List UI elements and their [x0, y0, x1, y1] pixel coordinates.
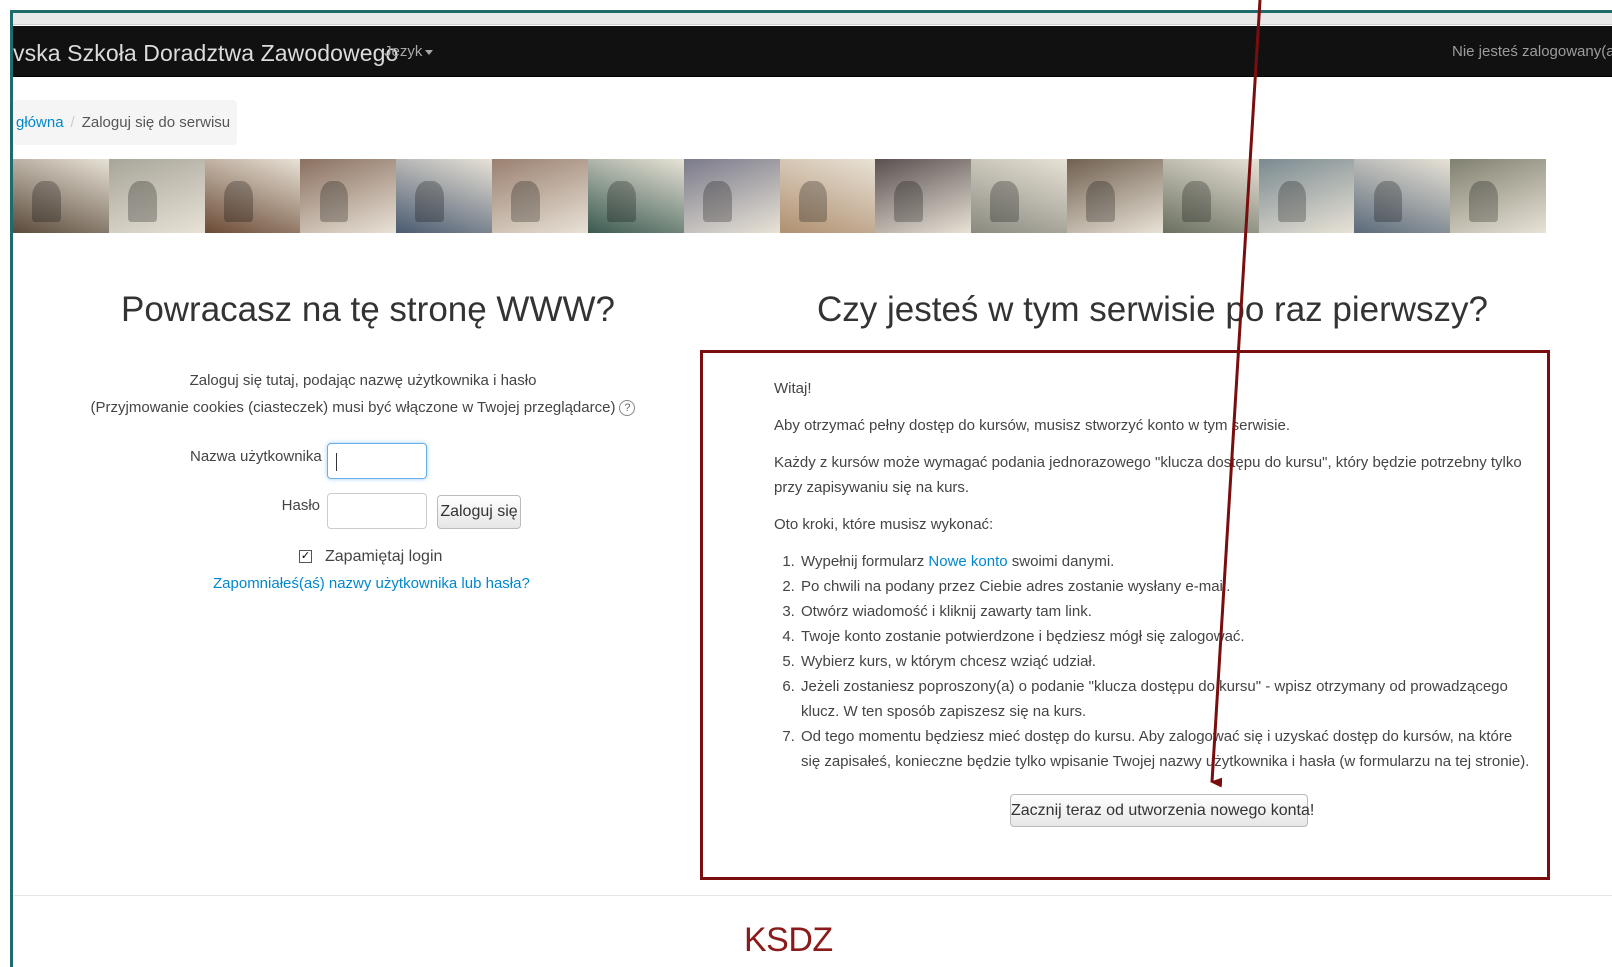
banner-photo-tile: [683, 159, 780, 233]
banner-photo-tile: [204, 159, 301, 233]
help-icon[interactable]: ?: [619, 400, 636, 417]
language-menu[interactable]: Język: [384, 43, 434, 60]
step-text: swoimi danymi.: [1007, 553, 1115, 570]
browser-toolbar-strip: [13, 13, 1612, 25]
banner-photo-tile: [1450, 159, 1546, 233]
banner-photo-tile: [875, 159, 972, 233]
banner-photo-tile: [1066, 159, 1163, 233]
chevron-down-icon: [425, 49, 434, 55]
breadcrumb-separator: /: [70, 114, 75, 131]
signup-paragraph: Każdy z kursów może wymagać podania jedn…: [774, 454, 1522, 496]
list-item: Otwórz wiadomość i kliknij zawarty tam l…: [799, 599, 1534, 624]
language-menu-label: Język: [384, 43, 423, 60]
username-label: Nazwa użytkownika: [190, 448, 322, 465]
cookies-notice-text: (Przyjmowanie cookies (ciasteczek) musi …: [90, 399, 616, 416]
login-intro: Zaloguj się tutaj, podając nazwę użytkow…: [189, 372, 537, 389]
banner-photo-tile: [300, 159, 397, 233]
top-navbar: vska Szkoła Doradztwa Zawodowego Język N…: [13, 26, 1612, 77]
breadcrumb: główna / Zaloguj się do serwisu: [13, 100, 237, 145]
banner-photo-tile: [1354, 159, 1451, 233]
signup-heading: Czy jesteś w tym serwisie po raz pierwsz…: [817, 290, 1488, 329]
breadcrumb-current: Zaloguj się do serwisu: [81, 114, 231, 131]
signup-paragraph: Aby otrzymać pełny dostęp do kursów, mus…: [774, 417, 1291, 434]
text-cursor: [336, 453, 337, 471]
forgot-password-link[interactable]: Zapomniałeś(aś) nazwy użytkownika lub ha…: [213, 575, 530, 592]
signup-paragraph: Oto kroki, które musisz wykonać:: [774, 516, 994, 533]
cookies-notice: (Przyjmowanie cookies (ciasteczek) musi …: [13, 399, 713, 417]
banner-photo-tile: [396, 159, 493, 233]
new-account-link[interactable]: Nowe konto: [928, 553, 1007, 570]
site-brand[interactable]: vska Szkoła Doradztwa Zawodowego: [13, 40, 398, 67]
list-item: Wybierz kurs, w którym chcesz wziąć udzi…: [799, 649, 1534, 674]
create-account-button[interactable]: Zacznij teraz od utworzenia nowego konta…: [1010, 794, 1314, 827]
list-item: Jeżeli zostaniesz poproszony(a) o podani…: [799, 674, 1534, 724]
window-frame-left: [10, 10, 13, 967]
banner-photo-tile: [1162, 159, 1259, 233]
password-input[interactable]: [327, 493, 427, 529]
username-input[interactable]: [327, 443, 427, 479]
banner-photo-tile: [779, 159, 876, 233]
list-item: Wypełnij formularz Nowe konto swoimi dan…: [799, 549, 1534, 574]
header-banner-image: [13, 159, 1546, 233]
login-heading: Powracasz na tę stronę WWW?: [120, 290, 616, 329]
list-item: Twoje konto zostanie potwierdzone i będz…: [799, 624, 1534, 649]
login-section: Powracasz na tę stronę WWW? Zaloguj się …: [13, 290, 713, 417]
signup-instructions: Witaj! Aby otrzymać pełny dostęp do kurs…: [774, 376, 1534, 774]
login-button[interactable]: Zaloguj się: [437, 495, 521, 529]
list-item: Po chwili na podany przez Ciebie adres z…: [799, 574, 1534, 599]
banner-photo-tile: [1258, 159, 1355, 233]
banner-photo-tile: [971, 159, 1067, 233]
banner-photo-tile: [587, 159, 684, 233]
password-label: Hasło: [281, 497, 320, 514]
banner-photo-tile: [492, 159, 588, 233]
signup-greeting: Witaj!: [774, 380, 812, 397]
remember-checkbox[interactable]: ✓: [299, 550, 312, 563]
banner-photo-tile: [13, 159, 109, 233]
banner-photo-tile: [108, 159, 205, 233]
footer-divider: [13, 895, 1612, 896]
signup-steps: Wypełnij formularz Nowe konto swoimi dan…: [799, 549, 1534, 774]
step-text: Wypełnij formularz: [801, 553, 929, 570]
login-status: Nie jesteś zalogowany(a): [1452, 43, 1612, 60]
remember-label: Zapamiętaj login: [325, 548, 443, 565]
list-item: Od tego momentu będziesz mieć dostęp do …: [799, 724, 1534, 774]
footer-logo: KSDZ: [744, 921, 833, 959]
breadcrumb-home-link[interactable]: główna: [16, 114, 64, 131]
